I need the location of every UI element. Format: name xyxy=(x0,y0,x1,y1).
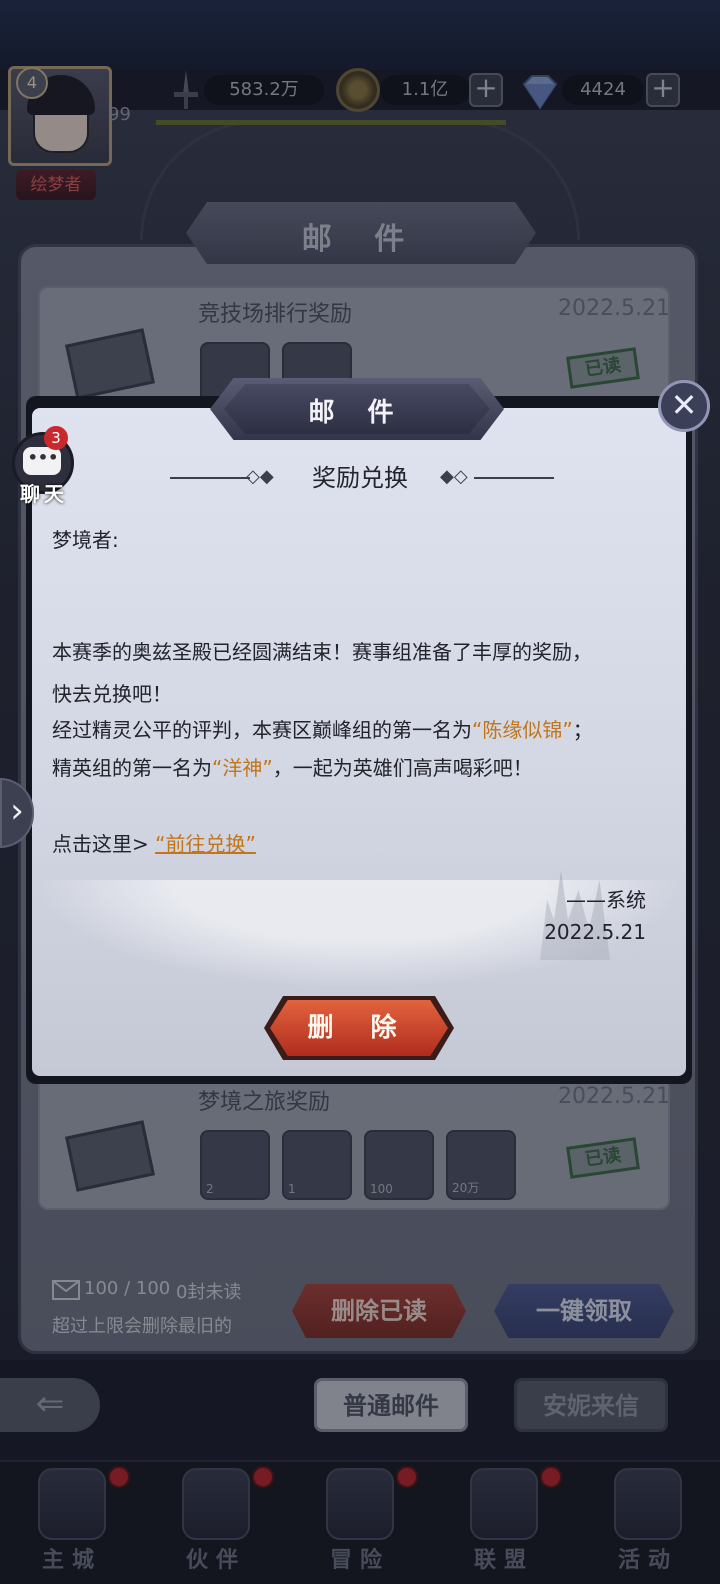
link-prefix: 点击这里> xyxy=(52,832,149,856)
diamond-ornament-icon: ◆◇ xyxy=(440,466,468,487)
mail-text: 经过精灵公平的评判，本赛区巅峰组的第一名为 xyxy=(52,718,472,742)
mail-subject: 奖励兑换 xyxy=(312,464,408,492)
highlight-name: “陈缘似锦” xyxy=(472,718,573,742)
mail-signature: ——系统 xyxy=(566,888,646,912)
mail-paragraph: 经过精灵公平的评判，本赛区巅峰组的第一名为“陈缘似锦”； xyxy=(52,714,662,743)
redeem-link[interactable]: “前往兑换” xyxy=(155,832,256,856)
chat-badge: 3 xyxy=(44,426,68,450)
mail-text: ； xyxy=(572,718,593,742)
mail-greeting: 梦境者: xyxy=(52,528,119,552)
mail-link-line: 点击这里> “前往兑换” xyxy=(52,828,662,857)
close-icon[interactable]: ✕ xyxy=(658,380,710,432)
mail-paragraph: 快去兑换吧！ xyxy=(52,682,172,706)
delete-button[interactable]: 删 除 xyxy=(270,1000,448,1056)
mail-text: 精英组的第一名为 xyxy=(52,756,212,780)
divider xyxy=(474,477,554,479)
highlight-name: “洋神” xyxy=(212,756,273,780)
mail-text: ，一起为英雄们高声喝彩吧！ xyxy=(272,756,533,780)
mail-paragraph: 本赛季的奥兹圣殿已经圆满结束！赛事组准备了丰厚的奖励， xyxy=(52,640,592,664)
chat-label: 聊天 xyxy=(20,482,68,506)
modal-title: 邮 件 xyxy=(308,398,406,428)
divider xyxy=(170,477,250,479)
chat-dots: ••• xyxy=(27,448,59,467)
mail-paragraph: 精英组的第一名为“洋神”，一起为英雄们高声喝彩吧！ xyxy=(52,752,662,781)
mail-date: 2022.5.21 xyxy=(544,920,646,944)
